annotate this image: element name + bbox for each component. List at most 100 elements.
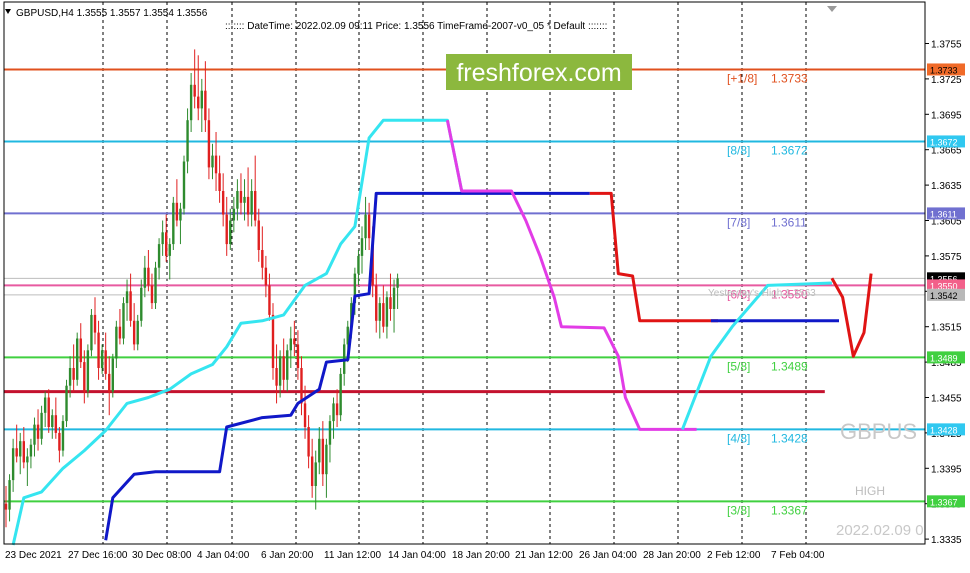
candle-body	[90, 314, 93, 351]
candle-body	[382, 303, 385, 327]
murrey-level-value: 1.3489	[771, 359, 808, 373]
x-tick-label: 6 Jan 20:00	[261, 550, 314, 561]
candle-body	[19, 441, 22, 457]
brand-logo-text: freshforex.com	[456, 59, 621, 87]
candle-body	[325, 444, 328, 475]
candle-body	[140, 287, 143, 321]
candle-body	[108, 373, 111, 392]
candle-body	[197, 96, 200, 109]
candle-body	[275, 368, 278, 386]
candle-body	[189, 84, 193, 121]
candle-body	[293, 338, 296, 345]
y-tick-label: 1.3635	[931, 181, 962, 192]
candle-body	[357, 255, 360, 274]
candle-body	[200, 90, 203, 109]
candle-body	[229, 220, 232, 245]
candle-body	[29, 444, 33, 457]
x-tick-label: 28 Jan 20:00	[643, 550, 701, 561]
chart-window: [+1/8] 1.3733 [8/8] 1.3672 [7/8] 1.3611 [6/8] 1…	[0, 0, 970, 568]
x-tick-label: 27 Dec 16:00	[68, 550, 128, 561]
candle-body	[61, 421, 65, 451]
y-tick-label: 1.3575	[931, 252, 962, 263]
candle-body	[143, 267, 147, 288]
candle-body	[97, 332, 100, 368]
candle-body	[157, 244, 161, 268]
watermark-high: HIGH	[855, 484, 885, 498]
x-tick-label: 14 Jan 04:00	[388, 550, 446, 561]
candle-body	[375, 285, 378, 321]
candle-body	[250, 191, 253, 215]
candle-body	[111, 358, 114, 392]
axis-price-tag-text: 1.3611	[930, 209, 957, 219]
candle-body	[300, 368, 303, 404]
info-line: ::::::: DateTime: 2022.02.09 09:11 Price…	[225, 21, 607, 32]
candle-body	[76, 338, 79, 380]
candle-body	[218, 173, 221, 191]
x-tick-label: 21 Jan 12:00	[515, 550, 573, 561]
candle-body	[54, 415, 58, 433]
candle-body	[221, 191, 225, 215]
candle-body	[207, 120, 211, 168]
y-tick-label: 1.3695	[931, 110, 962, 121]
candle-body	[8, 480, 11, 510]
x-tick-label: 4 Jan 04:00	[197, 550, 250, 561]
x-tick-label: 7 Feb 04:00	[771, 550, 825, 561]
candle-body	[307, 427, 310, 457]
candle-body	[257, 220, 260, 250]
watermark-symbol: GBPUS	[840, 419, 917, 444]
candle-body	[211, 155, 214, 168]
candle-body	[389, 297, 392, 309]
murrey-level-label: [7/8]	[727, 215, 750, 229]
watermark-time: 2022.02.09 0	[836, 522, 924, 539]
candle-body	[100, 350, 104, 368]
candle-body	[225, 214, 228, 245]
candle-body	[282, 356, 285, 380]
x-tick-label: 30 Dec 08:00	[132, 550, 192, 561]
candle-body	[129, 291, 132, 321]
candle-body	[360, 238, 364, 256]
x-tick-label: 26 Jan 04:00	[579, 550, 637, 561]
candle-body	[165, 232, 168, 256]
x-tick-label: 2 Feb 12:00	[707, 550, 761, 561]
candle-body	[367, 214, 371, 239]
candle-body	[15, 448, 18, 457]
candle-body	[303, 403, 307, 427]
candle-body	[378, 303, 381, 321]
y-tick-label: 1.3725	[931, 75, 962, 86]
candle-body	[236, 191, 239, 209]
candle-body	[154, 267, 157, 304]
y-tick-label: 1.3335	[931, 535, 962, 546]
axis-price-tag-text: 1.3489	[930, 353, 958, 363]
candle-body	[22, 441, 25, 463]
symbol-header: GBPUSD,H4 1.3555 1.3557 1.3554 1.3556	[16, 8, 208, 19]
candle-body	[4, 503, 8, 510]
axis-price-tag-text: 1.3428	[930, 425, 958, 435]
murrey-level-label: [5/8]	[727, 359, 750, 373]
candle-body	[396, 278, 399, 288]
candle-body	[125, 291, 129, 304]
candle-body	[11, 448, 15, 481]
candle-body	[314, 462, 317, 486]
candle-body	[65, 385, 68, 422]
candle-body	[318, 438, 321, 463]
candle-body	[47, 397, 50, 427]
murrey-level-value: 1.3611	[771, 215, 807, 229]
candle-body	[104, 350, 107, 374]
candle-body	[168, 244, 171, 256]
x-tick-label: 23 Dec 2021	[5, 550, 62, 561]
candle-body	[51, 415, 54, 427]
candle-body	[335, 403, 339, 416]
candle-body	[93, 314, 97, 333]
candle-body	[385, 297, 389, 327]
y-tick-label: 1.3755	[931, 40, 962, 51]
candle-body	[26, 456, 29, 463]
murrey-level-value: 1.3672	[771, 143, 808, 157]
candle-body	[115, 326, 118, 359]
candle-body	[321, 438, 325, 475]
candle-body	[193, 84, 196, 97]
candle-body	[175, 202, 179, 221]
candle-body	[79, 338, 82, 363]
price-chart[interactable]: [+1/8] 1.3733[8/8] 1.3672[7/8] 1.3611[6/8] 1…	[0, 0, 970, 568]
candle-body	[261, 250, 264, 268]
y-tick-label: 1.3455	[931, 394, 962, 405]
